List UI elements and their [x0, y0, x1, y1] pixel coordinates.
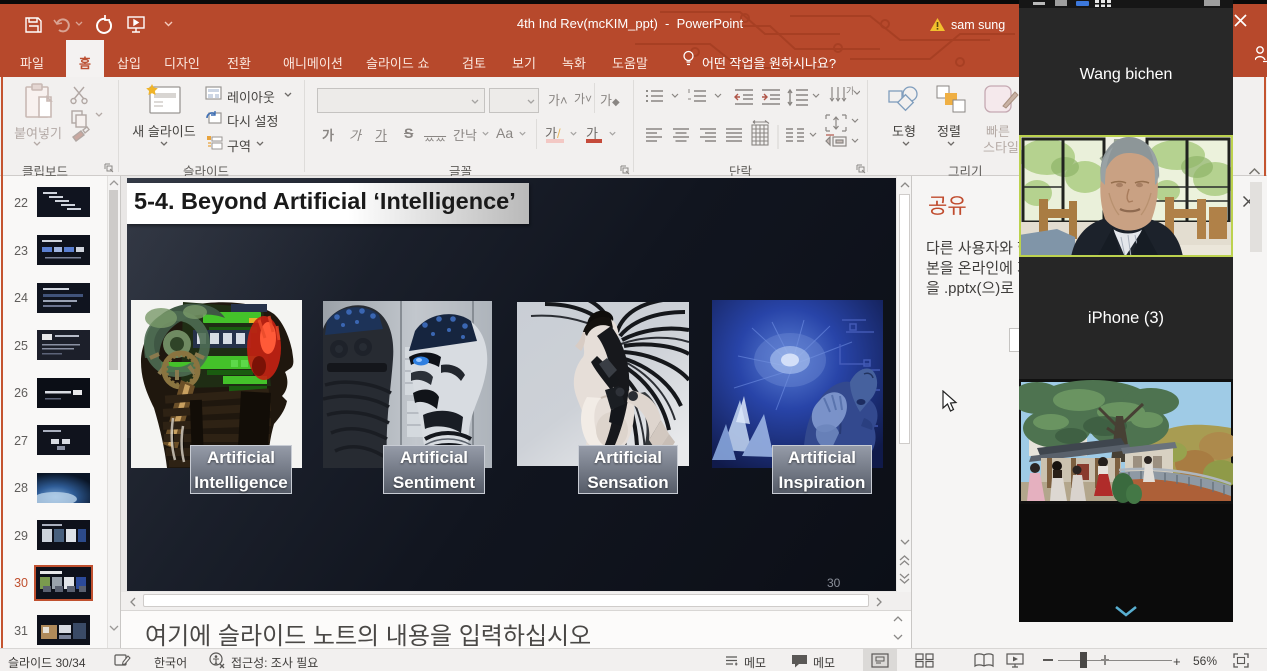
- svg-text:가: 가: [846, 86, 854, 96]
